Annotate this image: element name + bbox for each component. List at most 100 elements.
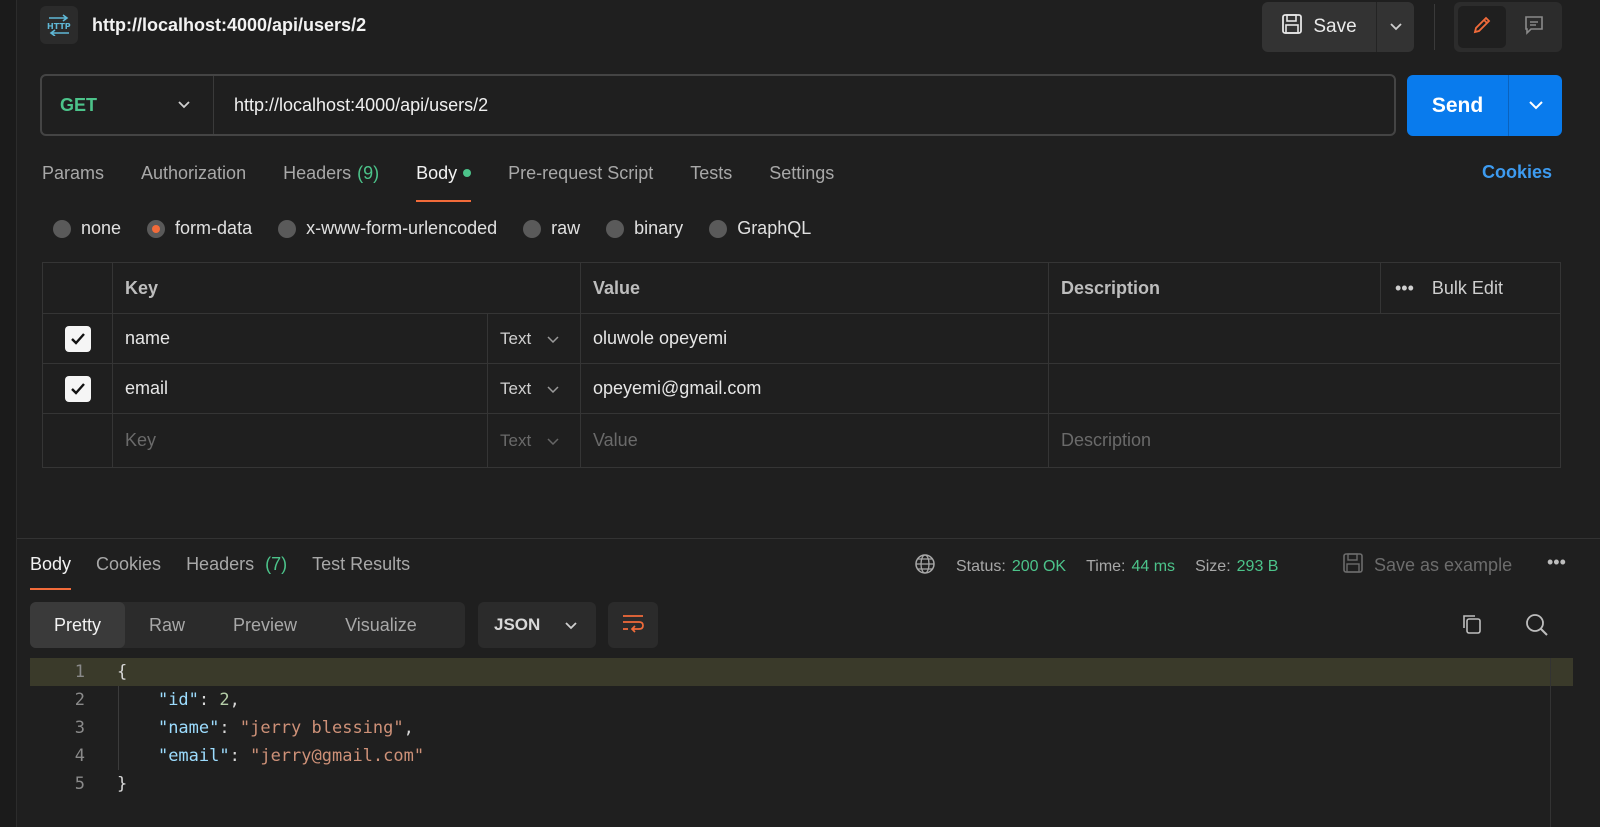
view-tab-preview[interactable]: Preview bbox=[209, 602, 321, 648]
new-value-input[interactable]: Value bbox=[581, 414, 1048, 467]
send-button[interactable]: Send bbox=[1407, 75, 1509, 136]
row-checkbox[interactable] bbox=[64, 325, 91, 352]
wrap-lines-button[interactable] bbox=[608, 602, 658, 648]
status-value[interactable]: 200 OK bbox=[1012, 558, 1066, 576]
tab-prerequest-script[interactable]: Pre-request Script bbox=[508, 162, 653, 202]
radio-label: none bbox=[81, 218, 122, 238]
line-number: 4 bbox=[74, 746, 85, 766]
view-tab-raw[interactable]: Raw bbox=[125, 602, 209, 648]
tab-headers-label: Headers bbox=[283, 163, 352, 183]
bulk-edit-button[interactable]: Bulk Edit bbox=[1432, 278, 1503, 299]
new-description-input[interactable]: Description bbox=[1049, 414, 1561, 467]
code-line: 4 "email": "jerry@gmail.com" bbox=[30, 742, 1573, 770]
comments-button[interactable] bbox=[1510, 6, 1558, 48]
radio-label: x-www-form-urlencoded bbox=[306, 218, 498, 238]
json-key: "id" bbox=[157, 690, 199, 710]
search-icon[interactable] bbox=[1524, 612, 1550, 643]
type-label: Text bbox=[500, 430, 532, 450]
response-view-tabs: Pretty Raw Preview Visualize bbox=[30, 602, 465, 648]
time-label: Time: bbox=[1086, 557, 1126, 575]
method-label: GET bbox=[60, 94, 98, 115]
type-label: Text bbox=[500, 328, 532, 348]
tab-headers[interactable]: Headers (9) bbox=[283, 162, 379, 202]
send-options-button[interactable] bbox=[1509, 75, 1562, 136]
body-type-radios: none form-data x-www-form-urlencoded raw… bbox=[53, 218, 811, 239]
side-tools bbox=[1454, 2, 1562, 52]
tab-body[interactable]: Body bbox=[416, 162, 472, 202]
radio-form-data[interactable]: form-data bbox=[147, 218, 252, 239]
response-tab-cookies[interactable]: Cookies bbox=[96, 554, 161, 590]
chevron-down-icon bbox=[1528, 97, 1544, 115]
radio-urlencoded[interactable]: x-www-form-urlencoded bbox=[278, 218, 497, 239]
response-tab-headers[interactable]: Headers (7) bbox=[186, 554, 287, 590]
format-select[interactable]: JSON bbox=[478, 602, 596, 648]
copy-icon[interactable] bbox=[1460, 612, 1484, 641]
chevron-down-icon bbox=[565, 622, 577, 630]
description-cell[interactable] bbox=[1049, 314, 1561, 363]
request-title[interactable]: http://localhost:4000/api/users/2 bbox=[92, 15, 366, 36]
chevron-down-icon bbox=[177, 96, 191, 114]
response-code-viewer[interactable]: 1 { 2 "id": 2, 3 "name": "jerry blessing… bbox=[30, 658, 1573, 827]
radio-binary[interactable]: binary bbox=[606, 218, 683, 239]
table-row: email Text opeyemi@gmail.com bbox=[43, 364, 1560, 414]
response-tab-body[interactable]: Body bbox=[30, 554, 72, 590]
save-as-example-button[interactable]: Save as example bbox=[1342, 552, 1512, 579]
more-options-icon[interactable]: ••• bbox=[1547, 552, 1566, 573]
radio-label: binary bbox=[634, 218, 684, 238]
view-tab-pretty[interactable]: Pretty bbox=[30, 602, 126, 648]
tab-authorization[interactable]: Authorization bbox=[141, 162, 246, 202]
response-tabs: Body Cookies Headers (7) Test Results bbox=[30, 554, 435, 590]
radio-graphql[interactable]: GraphQL bbox=[709, 218, 811, 239]
save-button[interactable]: Save bbox=[1262, 2, 1377, 52]
type-select[interactable]: Text bbox=[488, 314, 580, 363]
save-label: Save bbox=[1313, 16, 1357, 37]
size-label: Size: bbox=[1195, 557, 1231, 575]
view-tab-visualize[interactable]: Visualize bbox=[321, 602, 441, 648]
header-divider bbox=[1434, 4, 1435, 50]
key-cell[interactable]: name bbox=[113, 314, 488, 363]
save-options-button[interactable] bbox=[1377, 2, 1414, 52]
column-header-key: Key bbox=[125, 277, 159, 298]
response-headers-count: (7) bbox=[265, 554, 288, 574]
value-cell[interactable]: oluwole opeyemi bbox=[581, 314, 1048, 363]
line-number: 3 bbox=[74, 718, 85, 738]
pencil-icon bbox=[1471, 14, 1493, 41]
radio-raw[interactable]: raw bbox=[523, 218, 580, 239]
code-line: 2 "id": 2, bbox=[30, 686, 1573, 714]
cookies-link[interactable]: Cookies bbox=[1482, 162, 1552, 183]
method-select[interactable]: GET bbox=[42, 76, 214, 134]
table-header-row: Key Value Description ••• Bulk Edit bbox=[43, 263, 1560, 314]
globe-icon[interactable] bbox=[914, 553, 936, 580]
new-key-input[interactable]: Key bbox=[113, 414, 488, 467]
time-value[interactable]: 44 ms bbox=[1131, 558, 1175, 576]
size-value[interactable]: 293 B bbox=[1237, 558, 1279, 576]
code-line: 1 { bbox=[30, 658, 1573, 686]
description-cell[interactable] bbox=[1049, 364, 1561, 413]
row-checkbox-cell bbox=[43, 364, 112, 413]
tab-settings[interactable]: Settings bbox=[769, 162, 834, 202]
row-checkbox[interactable] bbox=[64, 375, 91, 402]
type-select[interactable]: Text bbox=[488, 414, 580, 467]
response-tab-test-results[interactable]: Test Results bbox=[312, 554, 410, 590]
code-line: 5 } bbox=[30, 770, 1573, 798]
response-divider bbox=[17, 538, 1600, 539]
wrap-lines-icon bbox=[621, 613, 645, 638]
response-headers-label: Headers bbox=[186, 554, 255, 574]
save-icon bbox=[1342, 552, 1364, 579]
type-select[interactable]: Text bbox=[488, 364, 580, 413]
response-status-area: Status: 200 OK Time: 44 ms Size: 293 B bbox=[914, 553, 1292, 580]
json-key: "name" bbox=[157, 718, 220, 738]
value-cell[interactable]: opeyemi@gmail.com bbox=[581, 364, 1048, 413]
url-bar: GET http://localhost:4000/api/users/2 bbox=[40, 74, 1396, 136]
radio-circle bbox=[709, 219, 728, 238]
tab-tests[interactable]: Tests bbox=[690, 162, 732, 202]
type-label: Text bbox=[500, 378, 532, 398]
radio-none[interactable]: none bbox=[53, 218, 121, 239]
radio-circle-selected bbox=[147, 219, 166, 238]
tab-params[interactable]: Params bbox=[42, 162, 104, 202]
key-cell[interactable]: email bbox=[113, 364, 488, 413]
url-input[interactable]: http://localhost:4000/api/users/2 bbox=[214, 95, 1394, 116]
more-options-icon[interactable]: ••• bbox=[1395, 278, 1414, 299]
edit-button[interactable] bbox=[1458, 6, 1506, 48]
comment-icon bbox=[1523, 14, 1545, 41]
